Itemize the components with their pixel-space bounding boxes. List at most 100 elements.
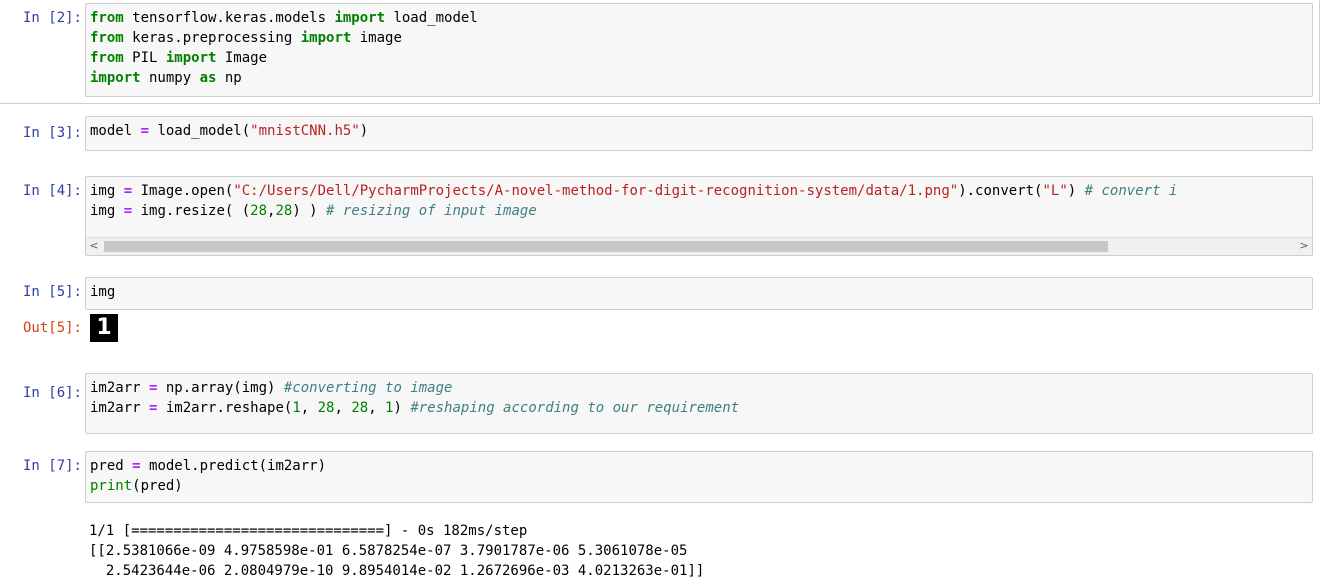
code-token: "L"	[1042, 183, 1068, 199]
code-editor[interactable]: from tensorflow.keras.models import load…	[86, 4, 1312, 92]
code-token: =	[123, 183, 133, 199]
code-cell-5[interactable]: In [5]: img Out[5]: 1	[0, 276, 1325, 356]
input-prompt: In [2]:	[22, 10, 82, 26]
code-token: pred	[90, 458, 133, 474]
code-token: im2arr.reshape(	[157, 400, 293, 416]
code-token: from	[90, 50, 124, 66]
code-token: =	[132, 458, 141, 474]
code-editor[interactable]: pred = model.predict(im2arr) print(pred)	[86, 452, 1312, 500]
code-token: as	[199, 70, 217, 86]
stdout-line: [[2.5381066e-09 4.9758598e-01 6.5878254e…	[89, 543, 688, 559]
code-token: 28	[250, 203, 268, 219]
code-token: 1	[292, 400, 301, 416]
stream-output: 1/1 [==============================] - 0…	[89, 521, 704, 581]
code-line: model = load_model("mnistCNN.h5")	[90, 121, 1308, 141]
code-token: numpy	[140, 70, 200, 86]
code-token: tensorflow.keras.models	[123, 10, 335, 26]
code-token: img	[90, 284, 116, 300]
code-token: PIL	[123, 50, 166, 66]
code-input-area[interactable]: model = load_model("mnistCNN.h5")	[85, 116, 1313, 151]
code-token: import	[90, 70, 141, 86]
code-line: from tensorflow.keras.models import load…	[90, 8, 1308, 28]
code-input-area[interactable]: pred = model.predict(im2arr) print(pred)	[85, 451, 1313, 503]
code-token: np	[216, 70, 242, 86]
code-cell-4[interactable]: In [4]: img = Image.open("C:/Users/Dell/…	[0, 176, 1325, 262]
stdout-line: 2.5423644e-06 2.0804979e-10 9.8954014e-0…	[89, 563, 705, 579]
code-cell-7[interactable]: In [7]: pred = model.predict(im2arr) prin…	[0, 450, 1325, 586]
code-token: "mnistCNN.h5"	[250, 123, 360, 139]
code-token: ,	[368, 400, 386, 416]
output-prompt: Out[5]:	[22, 320, 82, 336]
code-cell-2[interactable]: In [2]: from tensorflow.keras.models imp…	[0, 0, 1325, 104]
code-cell-6[interactable]: In [6]: im2arr = np.array(img) #converti…	[0, 372, 1325, 436]
code-line: from PIL import Image	[90, 48, 1308, 68]
code-token: Image.open(	[132, 183, 234, 199]
code-token: ).convert(	[958, 183, 1043, 199]
scrollbar-thumb[interactable]	[104, 241, 1108, 252]
code-line: pred = model.predict(im2arr)	[90, 456, 1308, 476]
code-token: img	[90, 203, 124, 219]
code-token: "C:/Users/Dell/PycharmProjects/A-novel-m…	[233, 183, 959, 199]
code-token: #reshaping according to our requirement	[410, 400, 740, 416]
code-token: )	[393, 400, 411, 416]
code-token: # convert i	[1084, 183, 1178, 199]
scroll-right-arrow-icon[interactable]: >	[1296, 238, 1312, 255]
code-token: image	[351, 30, 402, 46]
code-token: ,	[300, 400, 318, 416]
code-cell-3[interactable]: In [3]: model = load_model("mnistCNN.h5"…	[0, 114, 1325, 154]
horizontal-scrollbar[interactable]: < >	[86, 237, 1312, 255]
code-token: load_model(	[149, 123, 251, 139]
code-token: ) )	[292, 203, 327, 219]
code-token: (pred)	[132, 478, 183, 494]
code-token: im2arr	[90, 380, 150, 396]
input-prompt: In [4]:	[22, 183, 82, 199]
code-input-area[interactable]: from tensorflow.keras.models import load…	[85, 3, 1313, 97]
input-prompt: In [3]:	[22, 125, 82, 141]
input-prompt: In [5]:	[22, 284, 82, 300]
code-editor[interactable]: im2arr = np.array(img) #converting to im…	[86, 374, 1312, 422]
code-editor[interactable]: model = load_model("mnistCNN.h5")	[86, 117, 1312, 145]
code-token: from	[90, 10, 124, 26]
stdout-line: 1/1 [==============================] - 0…	[89, 523, 528, 539]
code-input-area[interactable]: im2arr = np.array(img) #converting to im…	[85, 373, 1313, 434]
code-token: import	[334, 10, 386, 26]
code-token: )	[359, 123, 369, 139]
code-editor[interactable]: img	[86, 278, 1312, 306]
code-line: print(pred)	[90, 476, 1308, 496]
output-digit-image: 1	[90, 314, 118, 342]
code-line: img = img.resize( (28,28) ) # resizing o…	[90, 201, 1308, 221]
code-line: import numpy as np	[90, 68, 1308, 88]
code-token: Image	[216, 50, 268, 66]
input-prompt: In [7]:	[22, 458, 82, 474]
code-token: ,	[334, 400, 352, 416]
code-line: im2arr = im2arr.reshape(1, 28, 28, 1) #r…	[90, 398, 1308, 418]
code-token: img.resize( (	[132, 203, 251, 219]
code-token: print	[90, 478, 133, 494]
scroll-left-arrow-icon[interactable]: <	[86, 238, 102, 255]
code-token: model	[90, 123, 141, 139]
code-line: im2arr = np.array(img) #converting to im…	[90, 378, 1308, 398]
code-token: model.predict(im2arr)	[140, 458, 327, 474]
code-line: img	[90, 282, 1308, 302]
code-token: =	[123, 203, 133, 219]
code-token: import	[165, 50, 217, 66]
code-token: load_model	[385, 10, 478, 26]
code-token: np.array(img)	[157, 380, 284, 396]
code-token: from	[90, 30, 124, 46]
code-editor[interactable]: img = Image.open("C:/Users/Dell/PycharmP…	[86, 177, 1312, 225]
input-prompt: In [6]:	[22, 385, 82, 401]
code-token: keras.preprocessing	[123, 30, 301, 46]
code-token: 28	[275, 203, 293, 219]
code-token: )	[1067, 183, 1085, 199]
code-input-area[interactable]: img	[85, 277, 1313, 310]
code-token: # resizing of input image	[326, 203, 537, 219]
code-line: from keras.preprocessing import image	[90, 28, 1308, 48]
code-token: 28	[351, 400, 369, 416]
code-token: im2arr	[90, 400, 150, 416]
code-token: 28	[317, 400, 335, 416]
code-token: img	[90, 183, 124, 199]
code-input-area[interactable]: img = Image.open("C:/Users/Dell/PycharmP…	[85, 176, 1313, 256]
code-token: import	[300, 30, 352, 46]
code-line: img = Image.open("C:/Users/Dell/PycharmP…	[90, 181, 1308, 201]
code-token: #converting to image	[283, 380, 453, 396]
